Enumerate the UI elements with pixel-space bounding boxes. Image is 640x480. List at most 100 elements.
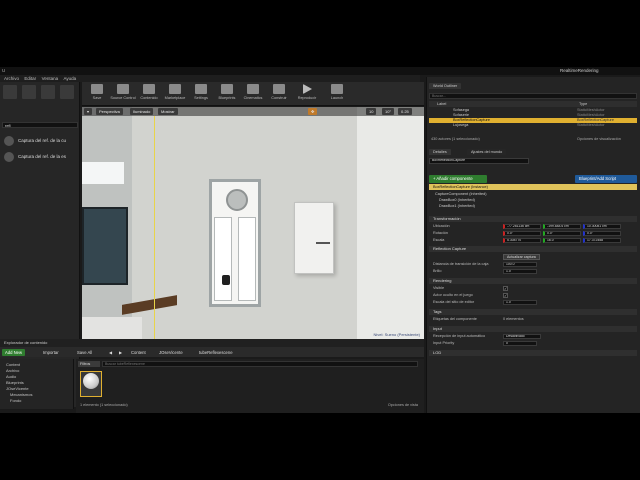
add-new-button[interactable]: Add New: [2, 349, 25, 356]
outliner-search-input[interactable]: [429, 93, 637, 99]
details-tab[interactable]: Detalles: [429, 149, 451, 155]
perspective-button[interactable]: Perspectiva: [96, 108, 123, 115]
hidden-in-game-checkbox[interactable]: ✓: [503, 293, 508, 298]
location-label: Ubicación: [433, 224, 450, 228]
auto-receive-input-label: Recepción de input automático: [433, 334, 486, 338]
outliner-view-options[interactable]: Opciones de visualización: [577, 137, 621, 141]
build-button[interactable]: Construir: [266, 84, 292, 104]
place-search-input[interactable]: [2, 122, 78, 128]
lit-button[interactable]: Iluminado: [130, 108, 154, 115]
save-button[interactable]: Save: [84, 84, 110, 104]
component-root-selected[interactable]: BoxReflectionCapture (Instance): [429, 184, 637, 190]
blueprints-button[interactable]: Blueprints: [214, 84, 240, 104]
asset-view: Filtros 1 elemento (1 seleccionado) Opci…: [76, 359, 424, 413]
asset-search-input[interactable]: [102, 361, 418, 367]
move-tool-icon[interactable]: ✥: [308, 108, 318, 115]
scale-z-field[interactable]: 17.372458: [583, 238, 621, 243]
window-pane-left: [214, 217, 232, 301]
build-icon: [273, 84, 285, 94]
label-column-header[interactable]: Label: [437, 101, 446, 107]
lod-section[interactable]: LOD: [429, 350, 637, 356]
content-icon: [143, 84, 155, 94]
content-browser-tab[interactable]: Explorador de contenido: [0, 339, 424, 347]
launch-button[interactable]: Launch: [324, 84, 350, 104]
tree-item-content[interactable]: Content: [6, 362, 20, 367]
place-item-sphere-capture[interactable]: Captura del ref. de la cu: [4, 136, 78, 146]
app-logo: U: [2, 68, 6, 73]
rotation-z-field[interactable]: 0.0°: [583, 231, 621, 236]
viewport-options-icon[interactable]: ▾: [84, 108, 93, 115]
rotation-x-field[interactable]: 0.0°: [503, 231, 541, 236]
box-transition-field[interactable]: 100.0: [503, 262, 537, 267]
auto-receive-input-dropdown[interactable]: Desactivado: [503, 334, 541, 339]
rendering-section[interactable]: Rendering: [429, 278, 637, 284]
update-capture-button[interactable]: Actualizar captura: [503, 254, 540, 260]
path-tubereflexescene[interactable]: tubeReflexescene: [196, 349, 236, 356]
tree-item-josevicente[interactable]: JOseVicente: [6, 386, 29, 391]
path-josevicente[interactable]: JOseVicente: [156, 349, 186, 356]
rotation-y-field[interactable]: 0.0°: [543, 231, 581, 236]
cinematics-button[interactable]: Cinematics: [240, 84, 266, 104]
tree-item-audio[interactable]: Audio: [6, 374, 16, 379]
marketplace-button[interactable]: Marketplace: [162, 84, 188, 104]
input-section[interactable]: Input: [429, 326, 637, 332]
play-button[interactable]: Reproducir: [294, 84, 320, 104]
level-viewport[interactable]: ▾ Perspectiva Iluminado Mostrar ✥ 10 10°…: [82, 107, 424, 339]
tree-item-fondo[interactable]: Fondo: [10, 398, 21, 403]
component-item[interactable]: DrawBox1 (Inherited): [439, 204, 475, 208]
transform-section[interactable]: Transformación: [429, 216, 637, 222]
folder-tree: Content Archivo Audio Blueprints JOseVic…: [0, 359, 74, 409]
location-z-field[interactable]: 10.30081 cm: [583, 224, 621, 229]
location-y-field[interactable]: -199.848.6 cm: [543, 224, 581, 229]
settings-button[interactable]: Settings: [188, 84, 214, 104]
tree-item-archivo[interactable]: Archivo: [6, 368, 19, 373]
visible-checkbox[interactable]: ✓: [503, 286, 508, 291]
content-button[interactable]: Contenido: [136, 84, 162, 104]
view-options-button[interactable]: Opciones de vista: [388, 403, 418, 407]
filters-button[interactable]: Filtros: [78, 361, 100, 367]
outliner-row[interactable]: Lujosega StaticMeshActor: [429, 123, 637, 128]
grid-snap-value[interactable]: 10: [366, 108, 377, 115]
save-all-button[interactable]: Save All: [74, 349, 95, 356]
menu-ventana[interactable]: Ventana: [42, 75, 59, 82]
box-transition-label: Distancia de transición de la caja: [433, 262, 489, 266]
component-item[interactable]: CaptureComponent (Inherited): [435, 192, 487, 196]
actor-name-field[interactable]: BoxReflectionCapture: [429, 158, 529, 164]
input-priority-field[interactable]: 0: [503, 341, 537, 346]
tree-item-mecanismos[interactable]: Mecanismos: [10, 392, 32, 397]
world-settings-tab[interactable]: Ajustes del mundo: [467, 149, 507, 155]
window-pane-right: [238, 217, 256, 301]
billboard-scale-field[interactable]: 1.0: [503, 300, 537, 305]
show-button[interactable]: Mostrar: [158, 108, 178, 115]
tags-section[interactable]: Tags: [429, 309, 637, 315]
landscape-mode-icon[interactable]: [41, 85, 55, 99]
brightness-field[interactable]: 1.0: [503, 269, 537, 274]
type-column-header[interactable]: Type: [579, 101, 587, 107]
reflection-capture-section[interactable]: Reflection Capture: [429, 246, 637, 252]
foliage-mode-icon[interactable]: [60, 85, 74, 99]
outliner-header: Label Type: [429, 101, 637, 107]
component-tags-label: Etiquetas del componente: [433, 317, 477, 321]
import-button[interactable]: Importar: [40, 349, 62, 356]
place-mode-icon[interactable]: [3, 85, 17, 99]
path-content[interactable]: Content: [128, 349, 149, 356]
menu-editar[interactable]: Editar: [24, 75, 36, 82]
tree-item-blueprints[interactable]: Blueprints: [6, 380, 24, 385]
place-item-box-capture[interactable]: Captura del ref. de la es: [4, 152, 78, 162]
menu-archivo[interactable]: Archivo: [4, 75, 19, 82]
component-item[interactable]: DrawBox0 (Inherited): [439, 198, 475, 202]
world-outliner-tab[interactable]: World Outliner: [429, 83, 462, 89]
location-x-field[interactable]: -77.281136 cm: [503, 224, 541, 229]
scale-x-field[interactable]: 5.308770: [503, 238, 541, 243]
blueprint-add-script-button[interactable]: Blueprint/Add Script: [575, 175, 637, 183]
menu-ayuda[interactable]: Ayuda: [63, 75, 76, 82]
back-arrow-icon[interactable]: ◀: [106, 349, 115, 356]
title-bar: U RealtimeRendering: [0, 67, 640, 75]
scale-y-field[interactable]: 16.0: [543, 238, 581, 243]
add-component-button[interactable]: + Añadir componente: [429, 175, 487, 183]
paint-mode-icon[interactable]: [22, 85, 36, 99]
source-control-button[interactable]: Source Control: [110, 84, 136, 104]
rotation-snap-value[interactable]: 10°: [382, 108, 395, 115]
scale-snap-value[interactable]: 0.25: [398, 108, 412, 115]
forward-arrow-icon[interactable]: ▶: [116, 349, 125, 356]
